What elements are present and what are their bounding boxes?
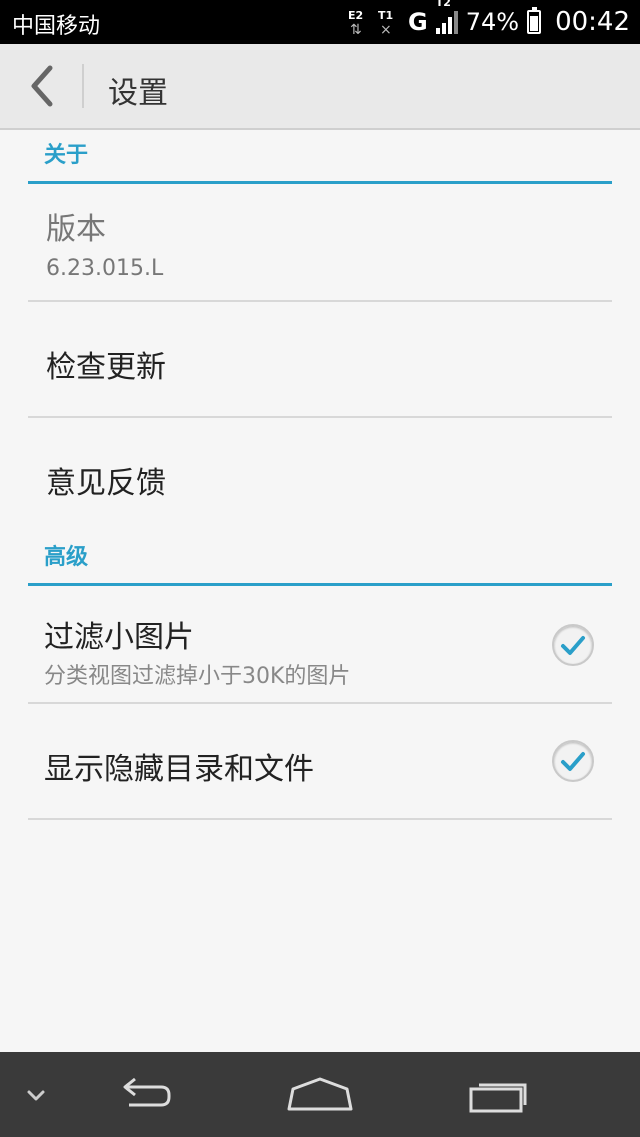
sim3-signal: T2	[435, 0, 458, 34]
battery-percent: 74%	[465, 8, 520, 36]
carrier-name: 中国移动	[12, 14, 101, 39]
filter-small-images-checkbox[interactable]	[552, 624, 594, 666]
check-update-row[interactable]: 检查更新	[28, 302, 612, 418]
action-bar-divider	[82, 64, 84, 108]
sim2-label: T1	[378, 9, 394, 22]
status-bar: 中国移动 E2 ⇅ T1 × G T2 74% 00:42	[0, 0, 640, 44]
chevron-down-icon	[27, 1090, 45, 1100]
filter-small-images-title: 过滤小图片	[44, 620, 194, 655]
settings-list: 关于 版本 6.23.015.L 检查更新 意见反馈 高级 过滤小图片 分类视图…	[28, 130, 612, 820]
show-hidden-row[interactable]: 显示隐藏目录和文件	[28, 704, 612, 820]
nav-back-button[interactable]	[100, 1052, 186, 1137]
recent-apps-icon	[469, 1083, 527, 1112]
action-bar: 设置	[0, 44, 640, 130]
version-title: 版本	[46, 212, 106, 247]
signal-icon	[435, 10, 458, 34]
filter-small-images-subtitle: 分类视图过滤掉小于30K的图片	[44, 664, 351, 689]
filter-small-images-row[interactable]: 过滤小图片 分类视图过滤掉小于30K的图片	[28, 586, 612, 704]
sim1-indicator: E2 ⇅	[348, 6, 370, 38]
network-type: G	[408, 8, 428, 36]
clock: 00:42	[555, 7, 630, 37]
show-hidden-checkbox[interactable]	[552, 740, 594, 782]
sim1-label: E2	[348, 9, 364, 22]
page-title: 设置	[108, 76, 168, 111]
check-update-label: 检查更新	[46, 350, 166, 385]
home-icon	[287, 1077, 353, 1110]
nav-recent-button[interactable]	[456, 1052, 542, 1137]
data-activity-icon: ⇅	[350, 22, 362, 38]
version-row: 版本 6.23.015.L	[28, 184, 612, 302]
section-header-advanced: 高级	[28, 530, 612, 586]
version-value: 6.23.015.L	[46, 256, 164, 281]
feedback-label: 意见反馈	[46, 466, 166, 501]
nav-home-button[interactable]	[276, 1052, 364, 1137]
show-hidden-title: 显示隐藏目录和文件	[44, 752, 314, 787]
back-arrow-icon	[123, 1077, 171, 1106]
feedback-row[interactable]: 意见反馈	[28, 418, 612, 534]
sim3-label: T2	[435, 0, 451, 9]
battery-icon	[527, 7, 542, 34]
sim2-indicator: T1 ×	[378, 6, 400, 38]
section-header-about: 关于	[28, 130, 612, 184]
no-signal-icon: ×	[380, 22, 392, 38]
checkmark-icon	[561, 636, 585, 655]
hide-nav-button[interactable]	[14, 1052, 58, 1137]
checkmark-icon	[561, 752, 585, 771]
chevron-left-icon	[31, 65, 53, 107]
navigation-bar	[0, 1052, 640, 1137]
status-icons: E2 ⇅ T1 × G T2 74% 00:42	[348, 0, 630, 44]
back-button[interactable]	[22, 62, 66, 110]
